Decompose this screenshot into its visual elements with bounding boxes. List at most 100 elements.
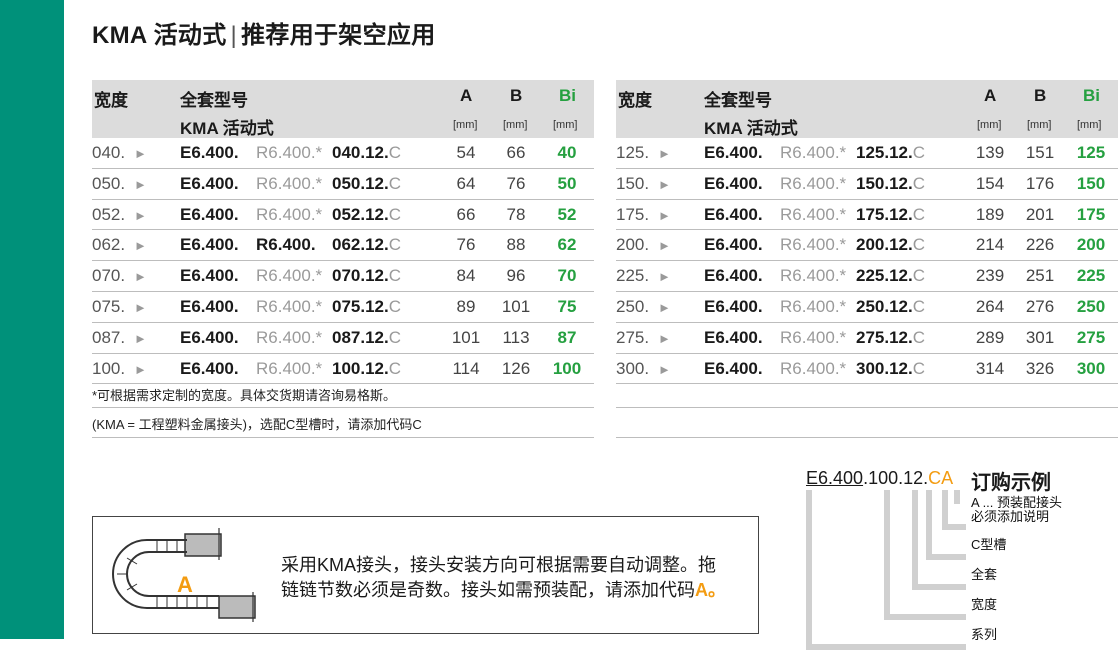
- cell-part-number: 125.12.C: [856, 143, 925, 163]
- order-title: 订购示例: [971, 472, 1051, 494]
- cell-bi: 150: [1076, 173, 1106, 193]
- table-row: 150. ► E6.400. R6.400.* 150.12.C 154 176 150: [616, 169, 1118, 200]
- arrow-icon: ►: [658, 361, 671, 377]
- part-number: 070.12.: [332, 266, 389, 286]
- cell-a: 84: [456, 266, 476, 286]
- part-suffix: C: [912, 296, 926, 316]
- cell-bi: 62: [557, 235, 577, 255]
- cell-bi: 250: [1076, 296, 1106, 316]
- part-number: 175.12.: [856, 204, 913, 224]
- order-bracket-lines: [806, 490, 966, 650]
- cell-width: 100.: [92, 358, 126, 378]
- cell-e-code: E6.400.: [704, 296, 763, 316]
- part-suffix: C: [912, 173, 926, 193]
- cell-a: 214: [975, 235, 1005, 255]
- part-suffix: C: [388, 235, 402, 255]
- table-row: 125. ► E6.400. R6.400.* 125.12.C 139 151 125: [616, 138, 1118, 169]
- cell-part-number: 300.12.C: [856, 359, 925, 379]
- table-row: 075. ► E6.400. R6.400.* 075.12.C 89 101 75: [92, 292, 594, 323]
- divider: [616, 437, 1118, 438]
- cell-part-number: 150.12.C: [856, 174, 925, 194]
- cell-r-code: R6.400.*: [256, 358, 323, 378]
- cell-bi: 50: [557, 173, 577, 193]
- part-suffix: C: [388, 296, 402, 316]
- cell-r-code: R6.400.*: [780, 143, 847, 162]
- part-number: 087.12.: [332, 327, 389, 347]
- table-row: 175. ► E6.400. R6.400.* 175.12.C 189 201 175: [616, 200, 1118, 231]
- header-unit-b: [mm]: [1027, 119, 1052, 131]
- cell-width: 225.: [616, 266, 650, 286]
- cell-bi: 100: [552, 358, 582, 378]
- header-model-sub: KMA 活动式: [180, 119, 274, 138]
- cell-part-number: 070.12.C: [332, 266, 401, 286]
- cell-a: 239: [975, 266, 1005, 286]
- header-model-sub: KMA 活动式: [704, 119, 798, 138]
- cell-part-number: 050.12.C: [332, 174, 401, 194]
- table-row: 225. ► E6.400. R6.400.* 225.12.C 239 251 225: [616, 261, 1118, 292]
- cell-r-code: R6.400.*: [256, 266, 323, 286]
- arrow-icon: ►: [134, 176, 147, 192]
- table-row: 062. ► E6.400. R6.400. 062.12.C 76 88 62: [92, 230, 594, 262]
- part-number: 300.12.: [856, 358, 913, 378]
- cell-bi: 70: [557, 266, 577, 286]
- cell-bi: 225: [1076, 266, 1106, 286]
- part-suffix: C: [388, 327, 402, 347]
- cell-e-code: E6.400.: [180, 204, 239, 224]
- part-number: 225.12.: [856, 266, 913, 286]
- table-right: 宽度 全套型号 KMA 活动式 A B Bi [mm] [mm] [mm] 125. ► E6.400…: [616, 80, 1118, 385]
- arrow-icon: ►: [658, 299, 671, 315]
- cell-b: 126: [501, 358, 531, 378]
- header-bi: Bi: [1083, 86, 1100, 105]
- part-number: 200.12.: [856, 235, 913, 255]
- cell-width: 070.: [92, 266, 126, 286]
- header-unit-bi: [mm]: [553, 119, 578, 131]
- cell-e-code: E6.400.: [180, 173, 239, 193]
- cell-r-code: R6.400.*: [256, 204, 323, 224]
- cell-e-code: E6.400.: [704, 204, 763, 224]
- cell-width: 275.: [616, 327, 650, 347]
- cell-width: 087.: [92, 327, 126, 347]
- table-left: 宽度 全套型号 KMA 活动式 A B Bi [mm] [mm] [mm] 040. ► E6.400…: [92, 80, 594, 385]
- table-row: 100. ► E6.400. R6.400.* 100.12.C 114 126 100: [92, 354, 594, 385]
- part-suffix: C: [912, 327, 926, 347]
- part-number: 250.12.: [856, 296, 913, 316]
- cell-a: 89: [456, 296, 476, 316]
- part-suffix: C: [388, 173, 402, 193]
- cell-width: 050.: [92, 173, 126, 193]
- cell-part-number: 062.12.C: [332, 235, 401, 255]
- divider: [616, 407, 1118, 408]
- arrow-icon: ►: [134, 269, 147, 285]
- note-custom-width: *可根据需求定制的宽度。具体交货期请咨询易格斯。: [92, 388, 397, 403]
- cell-e-code: E6.400.: [180, 296, 239, 316]
- arrow-icon: ►: [658, 269, 671, 285]
- cell-r-code: R6.400.*: [780, 327, 847, 347]
- divider: [92, 437, 594, 438]
- cell-b: 176: [1025, 173, 1055, 193]
- cell-r-code: R6.400.*: [256, 327, 323, 347]
- part-number: 125.12.: [856, 143, 913, 162]
- part-suffix: C: [912, 235, 926, 255]
- cell-width: 250.: [616, 296, 650, 316]
- cell-e-code: E6.400.: [704, 358, 763, 378]
- header-bi: Bi: [559, 86, 576, 105]
- cell-e-code: E6.400.: [180, 327, 239, 347]
- arrow-icon: ►: [134, 361, 147, 377]
- part-number: 062.12.: [332, 235, 389, 255]
- cell-width: 062.: [92, 235, 126, 255]
- header-width: 宽度: [618, 91, 652, 110]
- cell-width: 175.: [616, 204, 650, 224]
- cell-a: 139: [975, 143, 1005, 162]
- part-suffix: C: [912, 204, 926, 224]
- cell-b: 96: [506, 266, 526, 286]
- cell-width: 052.: [92, 204, 126, 224]
- cell-b: 78: [506, 204, 526, 224]
- cell-part-number: 075.12.C: [332, 297, 401, 317]
- part-suffix: C: [388, 358, 402, 378]
- cell-bi: 175: [1076, 204, 1106, 224]
- table-row: 275. ► E6.400. R6.400.* 275.12.C 289 301 275: [616, 323, 1118, 354]
- cell-bi: 40: [557, 143, 577, 162]
- arrow-icon: ►: [658, 238, 671, 254]
- header-a: A: [460, 86, 473, 105]
- cell-e-code: E6.400.: [704, 173, 763, 193]
- header-width: 宽度: [94, 91, 128, 110]
